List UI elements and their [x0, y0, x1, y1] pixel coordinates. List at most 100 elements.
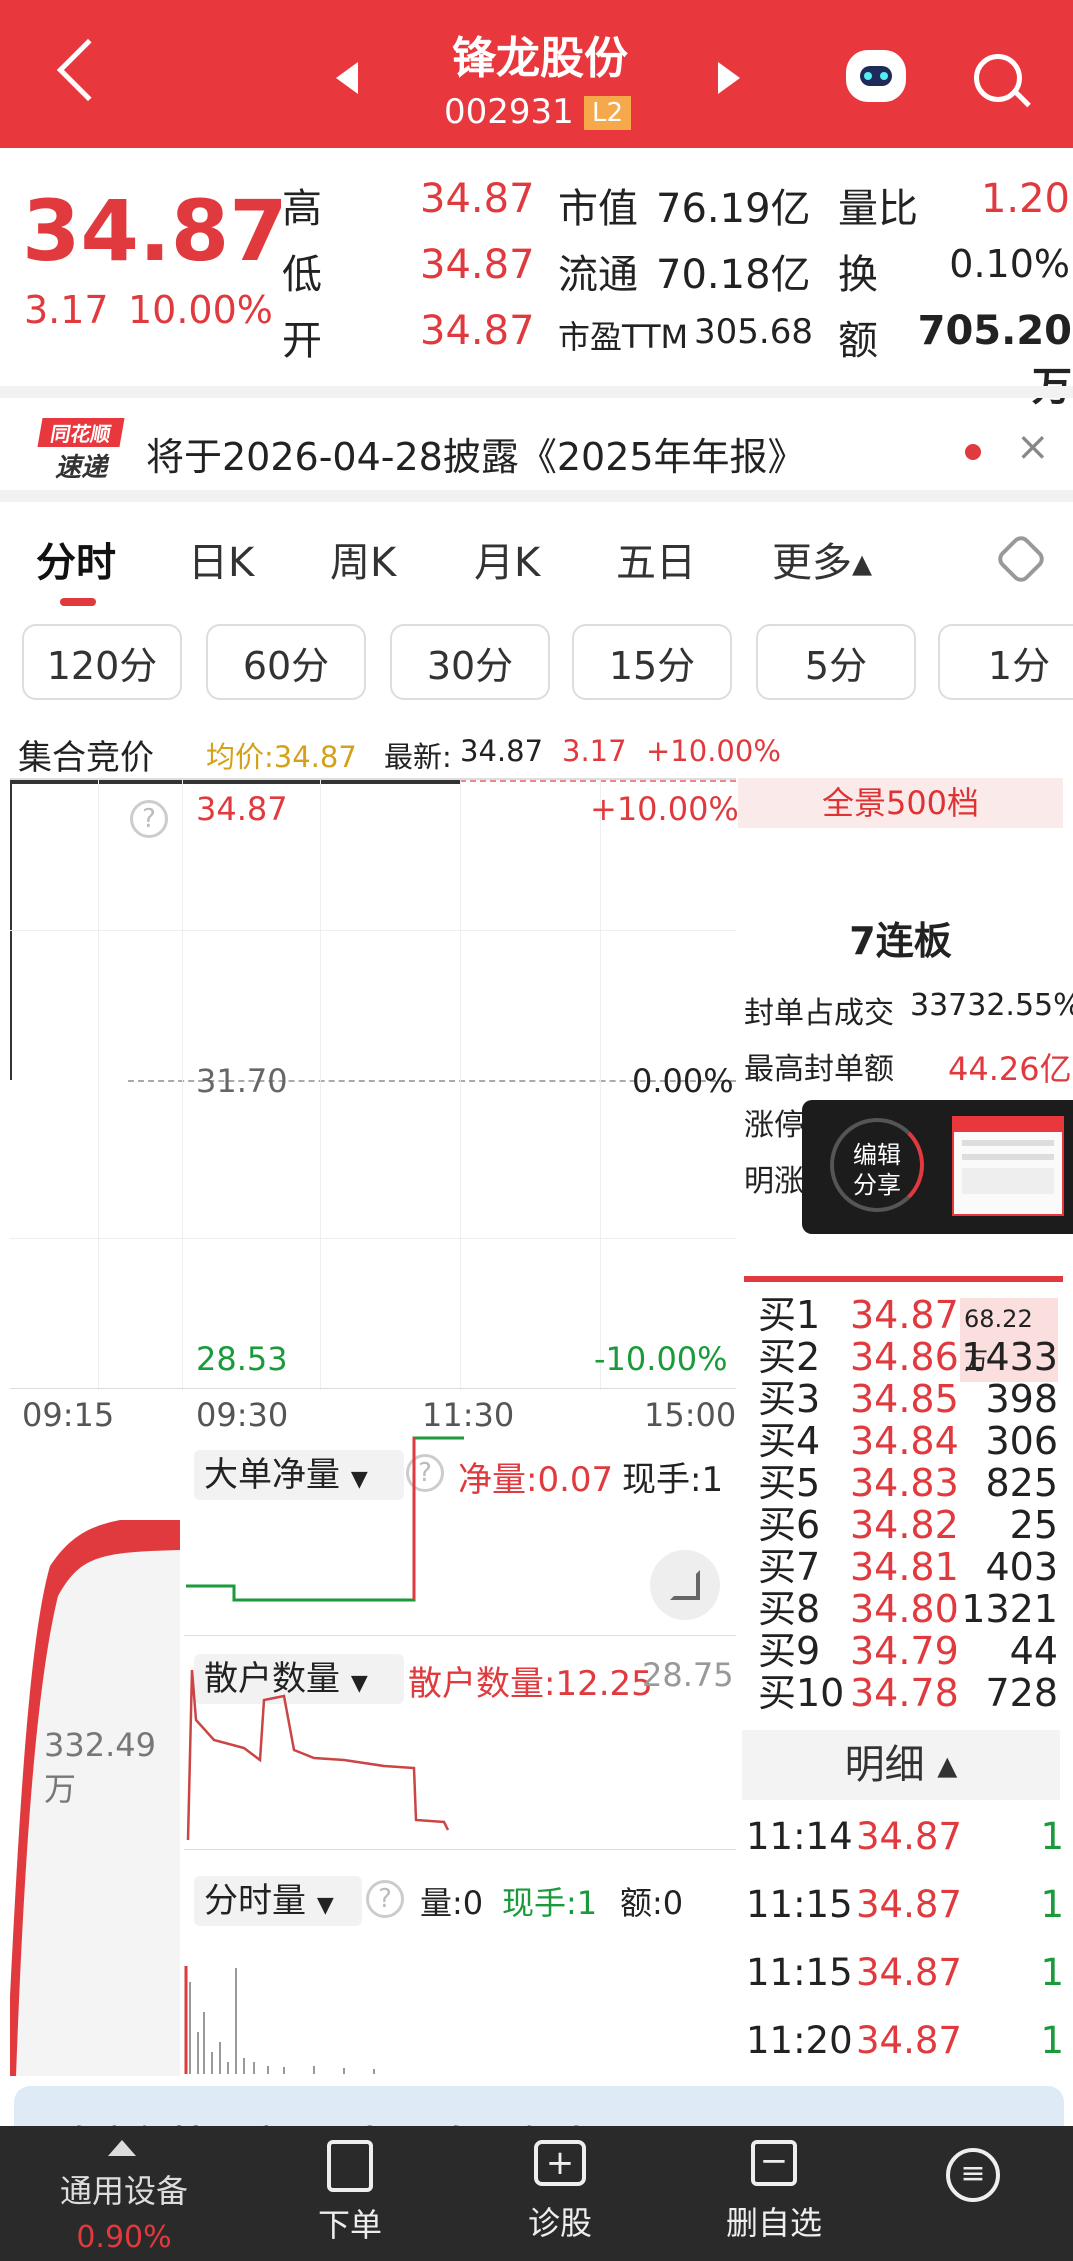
- period-1m[interactable]: 1分: [938, 624, 1073, 700]
- intraday-price-chart[interactable]: ? 34.87 +10.00% 31.70 0.00% 28.53 -10.00…: [10, 778, 739, 1390]
- nav-remove-watchlist[interactable]: − 删自选: [704, 2140, 844, 2244]
- flash-news-logo: 同花顺 速递: [37, 418, 125, 483]
- market-cap-value: 76.19亿: [656, 186, 811, 232]
- page-title: 锋龙股份: [452, 33, 628, 84]
- bid-row: 买7 34.81 403: [758, 1545, 1058, 1589]
- help-icon[interactable]: ?: [130, 800, 168, 838]
- stock-code: 002931: [444, 92, 574, 132]
- nav-sector[interactable]: 通用设备 0.90%: [44, 2166, 204, 2255]
- low-label: 低: [282, 252, 322, 298]
- close-icon[interactable]: ×: [1016, 424, 1050, 470]
- settings-icon[interactable]: [994, 532, 1048, 586]
- price-change-pct: 10.00%: [128, 288, 273, 332]
- period-15m[interactable]: 15分: [572, 624, 732, 700]
- volume-ratio-value: 1.20: [980, 176, 1070, 222]
- avg-price: 均价:34.87: [206, 740, 357, 774]
- back-icon[interactable]: [56, 38, 120, 102]
- tab-monthly-k[interactable]: 月K: [474, 530, 540, 588]
- next-stock-icon[interactable]: [718, 62, 740, 94]
- axis-top-pct: +10.00%: [590, 790, 739, 828]
- auction-volume-label: 332.49万: [44, 1726, 156, 1808]
- bid-row: 买8 34.80 1321: [758, 1587, 1058, 1631]
- red-dot-icon: [965, 444, 981, 460]
- limit-up-line: [460, 780, 736, 782]
- stat-value-seal-ratio: 33732.55%: [910, 988, 1073, 1023]
- tab-five-day[interactable]: 五日: [616, 530, 696, 588]
- share-circle-icon[interactable]: 编辑 分享: [830, 1118, 924, 1212]
- period-120m[interactable]: 120分: [22, 624, 182, 700]
- nav-diagnose[interactable]: + 诊股: [500, 2140, 620, 2244]
- turnover-value: 0.10%: [949, 242, 1070, 286]
- active-tab-indicator: [60, 598, 96, 606]
- period-60m[interactable]: 60分: [206, 624, 366, 700]
- period-5m[interactable]: 5分: [756, 624, 916, 700]
- detail-header[interactable]: 明细 ▴: [742, 1730, 1060, 1800]
- bid-row: 买4 34.84 306: [758, 1419, 1058, 1463]
- period-30m[interactable]: 30分: [390, 624, 550, 700]
- latest-change-pct: +10.00%: [646, 734, 781, 768]
- pe-ttm-value: 305.68: [694, 312, 813, 352]
- tab-more[interactable]: 更多▴: [772, 530, 872, 588]
- nav-order[interactable]: 下单: [290, 2140, 410, 2246]
- collapse-up-icon[interactable]: [108, 2140, 136, 2156]
- minute-volume-panel[interactable]: 分时量 ▼ ? 量:0 现手:1 额:0: [184, 1862, 736, 2074]
- trade-row: 11:15 34.87 1: [746, 1951, 1064, 1994]
- amount-label: 额: [838, 318, 878, 364]
- expand-icon[interactable]: [650, 1550, 720, 1620]
- remove-watchlist-icon: −: [751, 2140, 797, 2186]
- auction-volume-chart: 332.49万: [10, 1436, 180, 2076]
- stat-label-max-seal: 最高封单额: [744, 1052, 894, 1087]
- nav-order-label: 下单: [317, 2206, 382, 2244]
- bid-row: 买6 34.82 25: [758, 1503, 1058, 1547]
- robot-icon[interactable]: [846, 50, 906, 102]
- app-header: 锋龙股份 002931 L2: [0, 0, 1073, 148]
- latest-change: 3.17: [562, 734, 627, 768]
- trade-row: 11:15 34.87 1: [746, 1883, 1064, 1926]
- turnover-label: 换: [838, 252, 878, 298]
- stat-value-max-seal: 44.26亿: [948, 1050, 1072, 1088]
- bid-row: 买3 34.85 398: [758, 1377, 1058, 1421]
- retail-count-panel[interactable]: 散户数量 ▼ 散户数量:12.25 28.75: [184, 1640, 736, 1850]
- trade-row: 11:20 34.87 1: [746, 2019, 1064, 2062]
- prev-stock-icon[interactable]: [336, 62, 358, 94]
- notice-bar[interactable]: 同花顺 速递 将于2026-04-28披露《2025年年报》 ×: [0, 386, 1073, 502]
- axis-top-price: 34.87: [196, 790, 288, 828]
- auction-label: 集合竞价: [18, 738, 154, 778]
- latest-label: 最新:: [384, 740, 452, 774]
- high-label: 高: [282, 186, 322, 232]
- auction-top-line: [10, 780, 180, 784]
- bottom-nav: 通用设备 0.90% 下单 + 诊股 − 删自选 ≡: [0, 2126, 1073, 2261]
- popup-edit-label: 编辑: [853, 1141, 901, 1169]
- tab-daily-k[interactable]: 日K: [188, 530, 254, 588]
- search-icon-handle: [1013, 89, 1031, 108]
- trade-row: 11:14 34.87 1: [746, 1815, 1064, 1858]
- stat-label-seal-ratio: 封单占成交: [744, 996, 894, 1031]
- price-change: 3.17: [24, 288, 109, 332]
- latest-value: 34.87: [460, 734, 544, 768]
- float-cap-value: 70.18亿: [656, 252, 811, 298]
- float-cap-label: 流通: [558, 252, 638, 298]
- limit-board-count: 7连板: [849, 919, 952, 963]
- tab-weekly-k[interactable]: 周K: [330, 530, 396, 588]
- menu-icon[interactable]: ≡: [946, 2148, 1000, 2202]
- time-1500: 15:00: [644, 1396, 737, 1434]
- diagnose-icon: +: [534, 2140, 586, 2186]
- nav-remove-watchlist-label: 删自选: [725, 2204, 822, 2242]
- share-thumbnail: [952, 1116, 1064, 1216]
- axis-low-price: 28.53: [196, 1340, 288, 1378]
- logo-top-text: 同花顺: [37, 418, 125, 447]
- volume-ratio-label: 量比: [838, 186, 918, 232]
- tab-intraday[interactable]: 分时: [36, 530, 116, 588]
- low-value: 34.87: [420, 242, 535, 288]
- depth-500-button[interactable]: 全景500档: [738, 778, 1063, 828]
- time-0930: 09:30: [196, 1396, 289, 1434]
- notice-text: 将于2026-04-28披露《2025年年报》: [146, 435, 806, 479]
- nav-sector-label: 通用设备: [59, 2172, 188, 2210]
- high-value: 34.87: [420, 176, 535, 222]
- time-0915: 09:15: [22, 1396, 115, 1434]
- big-order-panel[interactable]: 大单净量 ▼ ? 净量:0.07 现手:1: [184, 1436, 736, 1636]
- bid-row: 买5 34.83 825: [758, 1461, 1058, 1505]
- time-1130: 11:30: [422, 1396, 515, 1434]
- edit-share-popup[interactable]: 编辑 分享: [802, 1100, 1073, 1234]
- open-value: 34.87: [420, 308, 535, 354]
